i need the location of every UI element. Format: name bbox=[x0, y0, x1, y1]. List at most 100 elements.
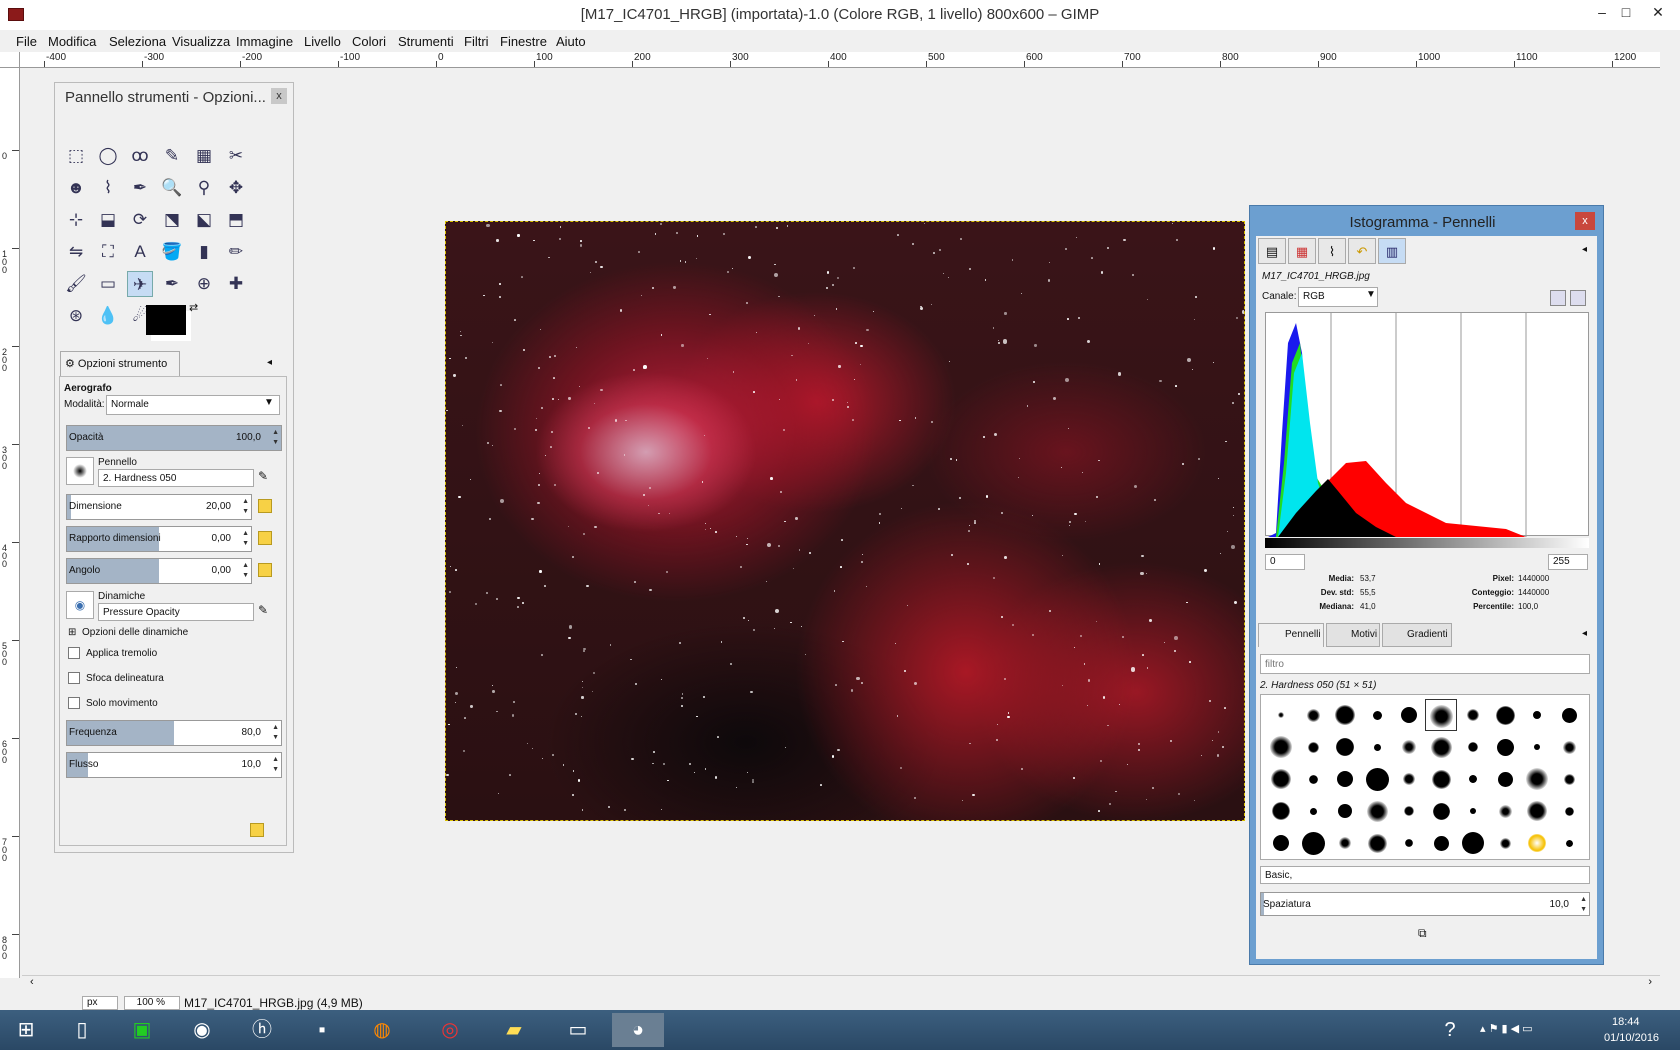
undo-tab-icon[interactable]: ↶ bbox=[1348, 238, 1376, 264]
paths-tab-icon[interactable]: ⌇ bbox=[1318, 238, 1346, 264]
help-icon[interactable]: ? bbox=[1424, 1013, 1476, 1047]
spin-icon[interactable]: ▲ ▼ bbox=[242, 497, 249, 517]
tray-icons[interactable]: ▴ ⚑ ▮ ◀ ▭ bbox=[1480, 1022, 1533, 1035]
brush-thumbnail[interactable] bbox=[1329, 827, 1361, 859]
brush-thumbnail[interactable] bbox=[1425, 763, 1457, 795]
smooth-checkbox[interactable] bbox=[68, 672, 80, 684]
swap-colors-icon[interactable]: ⇄ bbox=[189, 301, 198, 314]
foreground-select-tool-icon[interactable]: ☻ bbox=[63, 175, 89, 201]
brush-thumbnail[interactable] bbox=[1265, 763, 1297, 795]
brush-thumbnail[interactable] bbox=[1553, 795, 1585, 827]
tab-brushes[interactable]: Pennelli bbox=[1258, 623, 1324, 647]
brush-thumbnail[interactable] bbox=[1265, 699, 1297, 731]
bucket-fill-tool-icon[interactable]: 🪣 bbox=[159, 239, 185, 265]
brush-preview[interactable] bbox=[66, 457, 94, 485]
brush-thumbnail[interactable] bbox=[1361, 795, 1393, 827]
brush-thumbnail[interactable] bbox=[1265, 731, 1297, 763]
spin-icon[interactable]: ▲ ▼ bbox=[1580, 895, 1587, 915]
menu-livello[interactable]: Livello bbox=[304, 34, 341, 49]
tab-patterns[interactable]: Motivi bbox=[1326, 623, 1380, 647]
brush-thumbnail[interactable] bbox=[1361, 827, 1393, 859]
align-tool-icon[interactable]: ⊹ bbox=[63, 207, 89, 233]
color-picker-tool-icon[interactable]: ✒ bbox=[127, 175, 153, 201]
dynamics-field[interactable]: Pressure Opacity bbox=[98, 603, 254, 621]
menu-immagine[interactable]: Immagine bbox=[236, 34, 293, 49]
free-select-tool-icon[interactable]: ꝏ bbox=[127, 143, 153, 169]
menu-modifica[interactable]: Modifica bbox=[48, 34, 96, 49]
histogram-graph[interactable] bbox=[1265, 312, 1589, 537]
shear-tool-icon[interactable]: ⬕ bbox=[191, 207, 217, 233]
brush-thumbnail[interactable] bbox=[1297, 731, 1329, 763]
brush-thumbnail[interactable] bbox=[1457, 763, 1489, 795]
tab-gradients[interactable]: Gradienti bbox=[1382, 623, 1452, 647]
spin-icon[interactable]: ▲ ▼ bbox=[242, 529, 249, 549]
ink-tool-icon[interactable]: ✒ bbox=[159, 271, 185, 297]
flow-slider[interactable]: Flusso 10,0 ▲ ▼ bbox=[66, 752, 282, 778]
scroll-right-icon[interactable]: › bbox=[1648, 976, 1652, 988]
size-slider[interactable]: Dimensione 20,00 ▲ ▼ bbox=[66, 494, 252, 520]
7zip-icon[interactable]: ▪ bbox=[296, 1013, 348, 1047]
spin-icon[interactable]: ▲ ▼ bbox=[272, 723, 279, 743]
paths-tool-icon[interactable]: ⌇ bbox=[95, 175, 121, 201]
brush-thumbnail[interactable] bbox=[1521, 699, 1553, 731]
color-select-tool-icon[interactable]: ▦ bbox=[191, 143, 217, 169]
brush-thumbnail[interactable] bbox=[1425, 795, 1457, 827]
brush-filter-input[interactable] bbox=[1260, 654, 1590, 674]
brush-thumbnail[interactable] bbox=[1553, 827, 1585, 859]
rate-slider[interactable]: Frequenza 80,0 ▲ ▼ bbox=[66, 720, 282, 746]
horizontal-scrollbar[interactable]: ‹ › bbox=[22, 975, 1660, 989]
menu-seleziona[interactable]: Seleziona bbox=[109, 34, 166, 49]
aspect-ratio-slider[interactable]: Rapporto dimensioni 0,00 ▲ ▼ bbox=[66, 526, 252, 552]
brush-thumbnail[interactable] bbox=[1393, 827, 1425, 859]
hp-icon[interactable]: ⓗ bbox=[236, 1013, 288, 1047]
airbrush-tool-icon[interactable]: ✈ bbox=[127, 271, 153, 297]
log-histogram-icon[interactable] bbox=[1570, 290, 1586, 306]
spin-icon[interactable]: ▲ ▼ bbox=[272, 755, 279, 775]
configure-tab-icon[interactable]: ◂ bbox=[1582, 244, 1587, 255]
rect-select-tool-icon[interactable]: ⬚ bbox=[63, 143, 89, 169]
scissors-tool-icon[interactable]: ✂ bbox=[223, 143, 249, 169]
brush-thumbnail[interactable] bbox=[1489, 763, 1521, 795]
gimp-taskbar-icon[interactable]: ◕ bbox=[612, 1013, 664, 1047]
brush-thumbnail[interactable] bbox=[1265, 827, 1297, 859]
brush-thumbnail[interactable] bbox=[1521, 827, 1553, 859]
menu-colori[interactable]: Colori bbox=[352, 34, 386, 49]
brush-tag-field[interactable]: Basic, bbox=[1260, 866, 1590, 884]
zoom-tool-icon[interactable]: 🔍 bbox=[159, 175, 185, 201]
configure-tab-icon[interactable]: ◂ bbox=[1582, 628, 1587, 639]
channels-tab-icon[interactable]: ▦ bbox=[1288, 238, 1316, 264]
clock-time[interactable]: 18:44 bbox=[1612, 1016, 1640, 1028]
firefox-icon[interactable]: ◍ bbox=[356, 1013, 408, 1047]
scale-tool-icon[interactable]: ⬔ bbox=[159, 207, 185, 233]
eraser-tool-icon[interactable]: ▭ bbox=[95, 271, 121, 297]
close-button[interactable]: ✕ bbox=[1636, 0, 1680, 28]
angle-slider[interactable]: Angolo 0,00 ▲ ▼ bbox=[66, 558, 252, 584]
rotate-tool-icon[interactable]: ⟳ bbox=[127, 207, 153, 233]
brush-thumbnail[interactable] bbox=[1361, 699, 1393, 731]
menu-aiuto[interactable]: Aiuto bbox=[556, 34, 586, 49]
paintbrush-tool-icon[interactable]: 🖌 bbox=[63, 271, 89, 297]
brush-thumbnail[interactable] bbox=[1393, 795, 1425, 827]
brush-name-field[interactable]: 2. Hardness 050 bbox=[98, 469, 254, 487]
brush-thumbnail[interactable] bbox=[1521, 731, 1553, 763]
blend-tool-icon[interactable]: ▮ bbox=[191, 239, 217, 265]
motion-checkbox[interactable] bbox=[68, 697, 80, 709]
menu-filtri[interactable]: Filtri bbox=[464, 34, 489, 49]
dock-close-button[interactable]: x bbox=[1575, 212, 1595, 230]
crop-tool-icon[interactable]: ⬓ bbox=[95, 207, 121, 233]
layers-tab-icon[interactable]: ▤ bbox=[1258, 238, 1286, 264]
media-icon[interactable]: ◉ bbox=[176, 1013, 228, 1047]
reset-ratio-icon[interactable] bbox=[258, 531, 272, 545]
spin-icon[interactable]: ▲ ▼ bbox=[242, 561, 249, 581]
brush-thumbnail[interactable] bbox=[1521, 763, 1553, 795]
ellipse-select-tool-icon[interactable]: ◯ bbox=[95, 143, 121, 169]
brush-thumbnail[interactable] bbox=[1457, 699, 1489, 731]
file-icon[interactable]: ▯ bbox=[56, 1013, 108, 1047]
reset-options-icon[interactable] bbox=[250, 823, 264, 837]
move-tool-icon[interactable]: ✥ bbox=[223, 175, 249, 201]
brush-thumbnail[interactable] bbox=[1329, 763, 1361, 795]
brush-thumbnail[interactable] bbox=[1553, 731, 1585, 763]
brush-thumbnail[interactable] bbox=[1425, 699, 1457, 731]
clock-date[interactable]: 01/10/2016 bbox=[1604, 1032, 1659, 1044]
brush-thumbnail[interactable] bbox=[1457, 731, 1489, 763]
